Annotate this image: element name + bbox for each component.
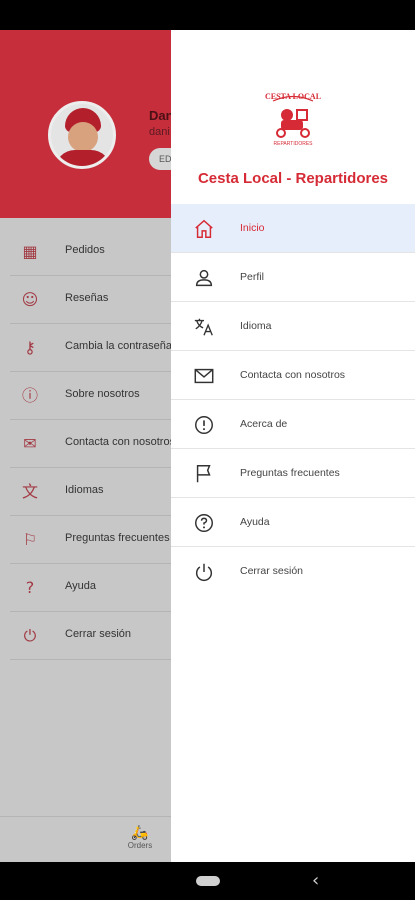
drawer-item-contacta[interactable]: Contacta con nosotros <box>171 351 415 400</box>
help-icon <box>195 514 213 532</box>
help-icon: ? <box>25 578 35 597</box>
drawer-item-faq[interactable]: Preguntas frecuentes <box>171 449 415 498</box>
translate-icon <box>194 318 213 336</box>
flag-icon <box>196 465 211 483</box>
drawer-item-label: Contacta con nosotros <box>240 369 346 381</box>
bg-menu-label: Pedidos <box>65 244 105 256</box>
mail-icon <box>194 368 214 384</box>
power-icon: ⏻ <box>23 626 37 645</box>
bg-menu-label: Preguntas frecuentes <box>65 532 170 544</box>
drawer-item-label: Inicio <box>240 222 265 234</box>
cesta-local-logo: CESTA LOCAL REPARTIDORES <box>265 92 321 147</box>
home-icon <box>195 219 213 238</box>
svg-text:REPARTIDORES: REPARTIDORES <box>274 141 314 147</box>
drawer-item-label: Cerrar sesión <box>240 565 304 577</box>
tab-orders[interactable]: 🛵 Orders <box>120 825 160 850</box>
back-icon[interactable]: ‹ <box>312 870 319 891</box>
bg-menu-item-logout[interactable]: ⏻ Cerrar sesión <box>10 612 190 660</box>
bg-menu-label: Cerrar sesión <box>65 628 132 640</box>
status-bar <box>0 0 415 30</box>
drawer-item-label: Idioma <box>240 320 272 332</box>
bg-menu-label: Idiomas <box>65 484 104 496</box>
info-icon <box>195 416 213 434</box>
drawer-item-label: Ayuda <box>240 516 270 528</box>
flag-icon: ⚐ <box>22 530 38 549</box>
bg-menu-label: Sobre nosotros <box>65 388 140 400</box>
bg-menu-label: Reseñas <box>65 292 109 304</box>
drawer-item-label: Preguntas frecuentes <box>240 467 340 479</box>
drawer-item-label: Perfil <box>240 271 264 283</box>
drawer-item-perfil[interactable]: Perfil <box>171 253 415 302</box>
drawer-item-inicio[interactable]: Inicio <box>171 204 415 253</box>
person-icon <box>195 269 213 287</box>
drawer-item-ayuda[interactable]: Ayuda <box>171 498 415 547</box>
drawer-item-label: Acerca de <box>240 418 288 430</box>
bg-menu-item-about[interactable]: ⓘ Sobre nosotros <box>10 372 190 420</box>
user-email: dani <box>149 126 170 138</box>
navigation-drawer: CESTA LOCAL REPARTIDORES Cesta Local - R… <box>171 30 415 862</box>
bg-menu-label: Contacta con nosotros <box>65 436 176 448</box>
drawer-title: Cesta Local - Repartidores <box>197 170 389 187</box>
drawer-item-cerrar-sesion[interactable]: Cerrar sesión <box>171 547 415 596</box>
key-icon: ⚷ <box>24 338 36 357</box>
bg-menu-item-pedidos[interactable]: ▦ Pedidos <box>10 228 190 276</box>
power-icon <box>195 563 213 582</box>
drawer-item-idioma[interactable]: Idioma <box>171 302 415 351</box>
bg-menu-item-help[interactable]: ? Ayuda <box>10 564 190 612</box>
mail-icon: ✉ <box>23 434 37 453</box>
avatar <box>48 101 116 169</box>
drawer-item-acerca[interactable]: Acerca de <box>171 400 415 449</box>
home-pill-button[interactable] <box>196 876 220 886</box>
system-nav-bar: ‹ <box>0 862 415 900</box>
review-icon: ☺ <box>21 290 39 309</box>
bg-menu-item-contact[interactable]: ✉ Contacta con nosotros <box>10 420 190 468</box>
bg-menu-label: Ayuda <box>65 580 96 592</box>
bg-menu-item-faq[interactable]: ⚐ Preguntas frecuentes <box>10 516 190 564</box>
bg-menu-item-password[interactable]: ⚷ Cambia la contraseña <box>10 324 190 372</box>
info-icon: ⓘ <box>21 386 38 405</box>
orders-icon: 🛵 <box>131 825 149 841</box>
bg-menu-label: Cambia la contraseña <box>65 340 173 352</box>
user-name: Dan <box>149 108 174 123</box>
bg-menu-item-resenas[interactable]: ☺ Reseñas <box>10 276 190 324</box>
tab-orders-label: Orders <box>127 841 153 850</box>
calendar-icon: ▦ <box>22 242 38 261</box>
translate-icon: 文 <box>21 482 38 501</box>
bg-menu-item-languages[interactable]: 文 Idiomas <box>10 468 190 516</box>
